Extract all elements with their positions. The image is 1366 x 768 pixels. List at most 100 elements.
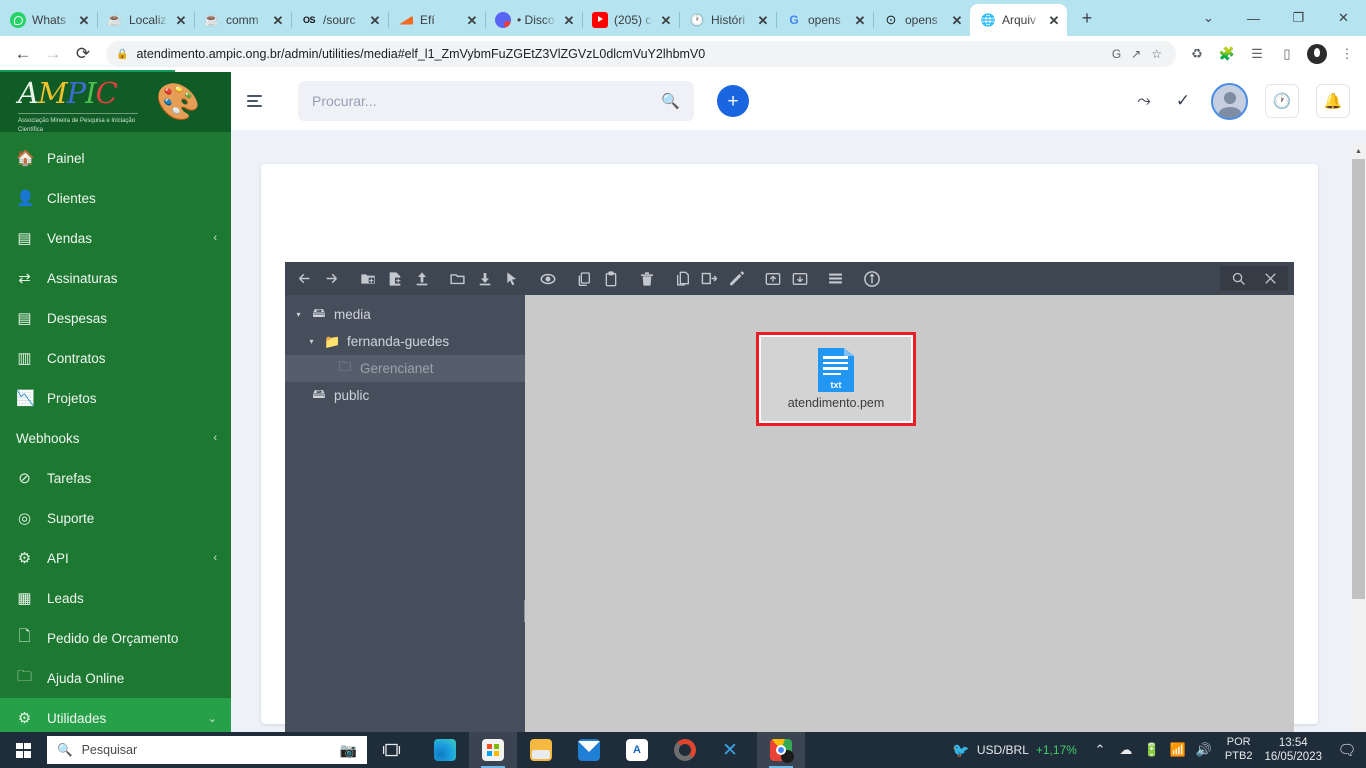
hamburger-icon[interactable] [247, 92, 275, 110]
edit-pencil-icon[interactable] [723, 265, 750, 292]
sidebar-item-webhooks[interactable]: Webhooks ‹ [0, 418, 231, 458]
upload-icon[interactable] [408, 265, 435, 292]
menu-kebab-icon[interactable]: ⋮ [1336, 43, 1358, 65]
sidebar-item-api[interactable]: ⚙ API ‹ [0, 538, 231, 578]
new-folder-icon[interactable] [354, 265, 381, 292]
address-bar[interactable]: 🔒 atendimento.ampic.ong.br/admin/utiliti… [106, 41, 1176, 67]
tab-close-button[interactable]: ✕ [853, 14, 867, 27]
tree-node-fernanda-guedes[interactable]: ▾ 📁 fernanda-guedes [285, 328, 525, 355]
search-icon[interactable]: 🔍 [661, 92, 680, 110]
browser-tab-6[interactable]: • Disco ✕ [485, 4, 583, 36]
sidebar-item-clientes[interactable]: 👤 Clientes [0, 178, 231, 218]
sidebar-item-assinaturas[interactable]: ⇄ Assinaturas [0, 258, 231, 298]
taskbar-search[interactable]: 🔍 Pesquisar 📷 [47, 736, 367, 764]
sidebar-item-tarefas[interactable]: ⊘ Tarefas [0, 458, 231, 498]
forward-icon[interactable]: → [38, 39, 68, 69]
chrome-icon[interactable] [757, 732, 805, 768]
tab-close-button[interactable]: ✕ [756, 14, 770, 27]
close-window-button[interactable]: ✕ [1321, 2, 1366, 34]
battery-icon[interactable]: 🔋 [1139, 732, 1165, 768]
task-view-icon[interactable] [367, 732, 415, 768]
caret-down-icon[interactable]: ▾ [306, 337, 317, 346]
minimize-button[interactable]: — [1231, 2, 1276, 34]
volume-icon[interactable]: 🔊 [1191, 732, 1217, 768]
select-cursor-icon[interactable] [498, 265, 525, 292]
autodesk-icon[interactable]: A [613, 732, 661, 768]
browser-tab-10[interactable]: ⊙ opens ✕ [873, 4, 970, 36]
mail-icon[interactable] [565, 732, 613, 768]
wifi-icon[interactable]: 📶 [1165, 732, 1191, 768]
reading-list-icon[interactable]: ☰ [1246, 43, 1268, 65]
sidebar-logo[interactable]: AMPIC Associação Mineira de Pesquisa e I… [0, 72, 231, 132]
onedrive-icon[interactable]: ☁ [1113, 732, 1139, 768]
stock-ticker[interactable]: 🐦 USD/BRL +1,17% [942, 742, 1087, 759]
recycle-icon[interactable]: ♻ [1186, 43, 1208, 65]
search-input[interactable] [312, 93, 662, 109]
delete-trash-icon[interactable] [633, 265, 660, 292]
sidebar-item-contratos[interactable]: ▥ Contratos [0, 338, 231, 378]
notification-icon[interactable]: 🗨 [1332, 732, 1362, 768]
puzzle-icon[interactable]: 🧩 [1216, 43, 1238, 65]
tab-close-button[interactable]: ✕ [271, 14, 285, 27]
tree-node-media[interactable]: ▾ 🖴 media [285, 301, 525, 328]
check-icon[interactable]: ✓ [1172, 91, 1194, 111]
tab-close-button[interactable]: ✕ [1047, 14, 1061, 27]
chevron-up-icon[interactable]: ⌃ [1087, 732, 1113, 768]
browser-tab-7[interactable]: (205) c ✕ [582, 4, 680, 36]
vscode-icon[interactable]: ✕ [709, 732, 757, 768]
clock[interactable]: 13:54 16/05/2023 [1260, 736, 1332, 765]
scrollbar-thumb[interactable] [1352, 159, 1365, 599]
opera-icon[interactable] [661, 732, 709, 768]
preview-eye-icon[interactable] [534, 265, 561, 292]
new-tab-button[interactable]: + [1073, 4, 1101, 32]
file-item-selected[interactable]: txt atendimento.pem [756, 332, 916, 426]
microsoft-store-icon[interactable] [469, 732, 517, 768]
caret-down-icon[interactable]: ▾ [293, 310, 304, 319]
download-icon[interactable] [471, 265, 498, 292]
sidebar-item-suporte[interactable]: ◎ Suporte [0, 498, 231, 538]
edge-icon[interactable] [421, 732, 469, 768]
paste-icon[interactable] [597, 265, 624, 292]
close-icon[interactable] [1254, 266, 1286, 291]
camera-icon[interactable]: 📷 [340, 742, 357, 759]
start-button[interactable] [0, 732, 47, 768]
tree-node-public[interactable]: 🖴 public [285, 382, 525, 409]
sidebar-item-despesas[interactable]: ▤ Despesas [0, 298, 231, 338]
forward-icon[interactable] [318, 265, 345, 292]
page-scrollbar[interactable]: ▲ ▼ [1351, 144, 1366, 732]
file-list-pane[interactable]: txt atendimento.pem [525, 295, 1294, 732]
reload-icon[interactable]: ⟳ [68, 39, 98, 69]
bookmark-star-icon[interactable]: ☆ [1151, 47, 1162, 61]
browser-tab-2[interactable]: ☕ Localiz ✕ [97, 4, 195, 36]
maximize-button[interactable]: ❐ [1276, 2, 1321, 34]
language-indicator[interactable]: POR PTB2 [1217, 736, 1261, 764]
tree-node-gerencianet[interactable]: 🗀 Gerencianet [285, 355, 525, 382]
tab-close-button[interactable]: ✕ [465, 14, 479, 27]
tab-close-button[interactable]: ✕ [77, 14, 91, 27]
browser-tab-1[interactable]: Whats ✕ [0, 4, 98, 36]
sidebar-item-painel[interactable]: 🏠 Painel [0, 138, 231, 178]
tab-close-button[interactable]: ✕ [174, 14, 188, 27]
search-icon[interactable] [1222, 266, 1254, 291]
browser-tab-8[interactable]: 🕐 Históri ✕ [679, 4, 777, 36]
sidebar-item-leads[interactable]: ▦ Leads [0, 578, 231, 618]
duplicate-icon[interactable] [669, 265, 696, 292]
sidebar-item-projetos[interactable]: 📉 Projetos [0, 378, 231, 418]
back-icon[interactable] [291, 265, 318, 292]
browser-tab-5[interactable]: Efí ✕ [388, 4, 486, 36]
open-folder-icon[interactable] [444, 265, 471, 292]
share-icon[interactable]: ↗ [1131, 47, 1141, 61]
list-view-icon[interactable] [822, 265, 849, 292]
tab-close-button[interactable]: ✕ [950, 14, 964, 27]
tab-search-dropdown-button[interactable]: ⌄ [1186, 2, 1231, 34]
bell-icon[interactable]: 🔔 [1316, 84, 1350, 118]
new-file-icon[interactable] [381, 265, 408, 292]
add-new-button[interactable]: + [717, 85, 749, 117]
sidepanel-icon[interactable]: ▯ [1276, 43, 1298, 65]
sidebar-item-ajuda-online[interactable]: 🗀 Ajuda Online [0, 658, 231, 698]
rename-icon[interactable] [696, 265, 723, 292]
copy-icon[interactable] [570, 265, 597, 292]
file-explorer-icon[interactable] [517, 732, 565, 768]
back-icon[interactable]: ← [8, 39, 38, 69]
resize-left-icon[interactable] [759, 265, 786, 292]
